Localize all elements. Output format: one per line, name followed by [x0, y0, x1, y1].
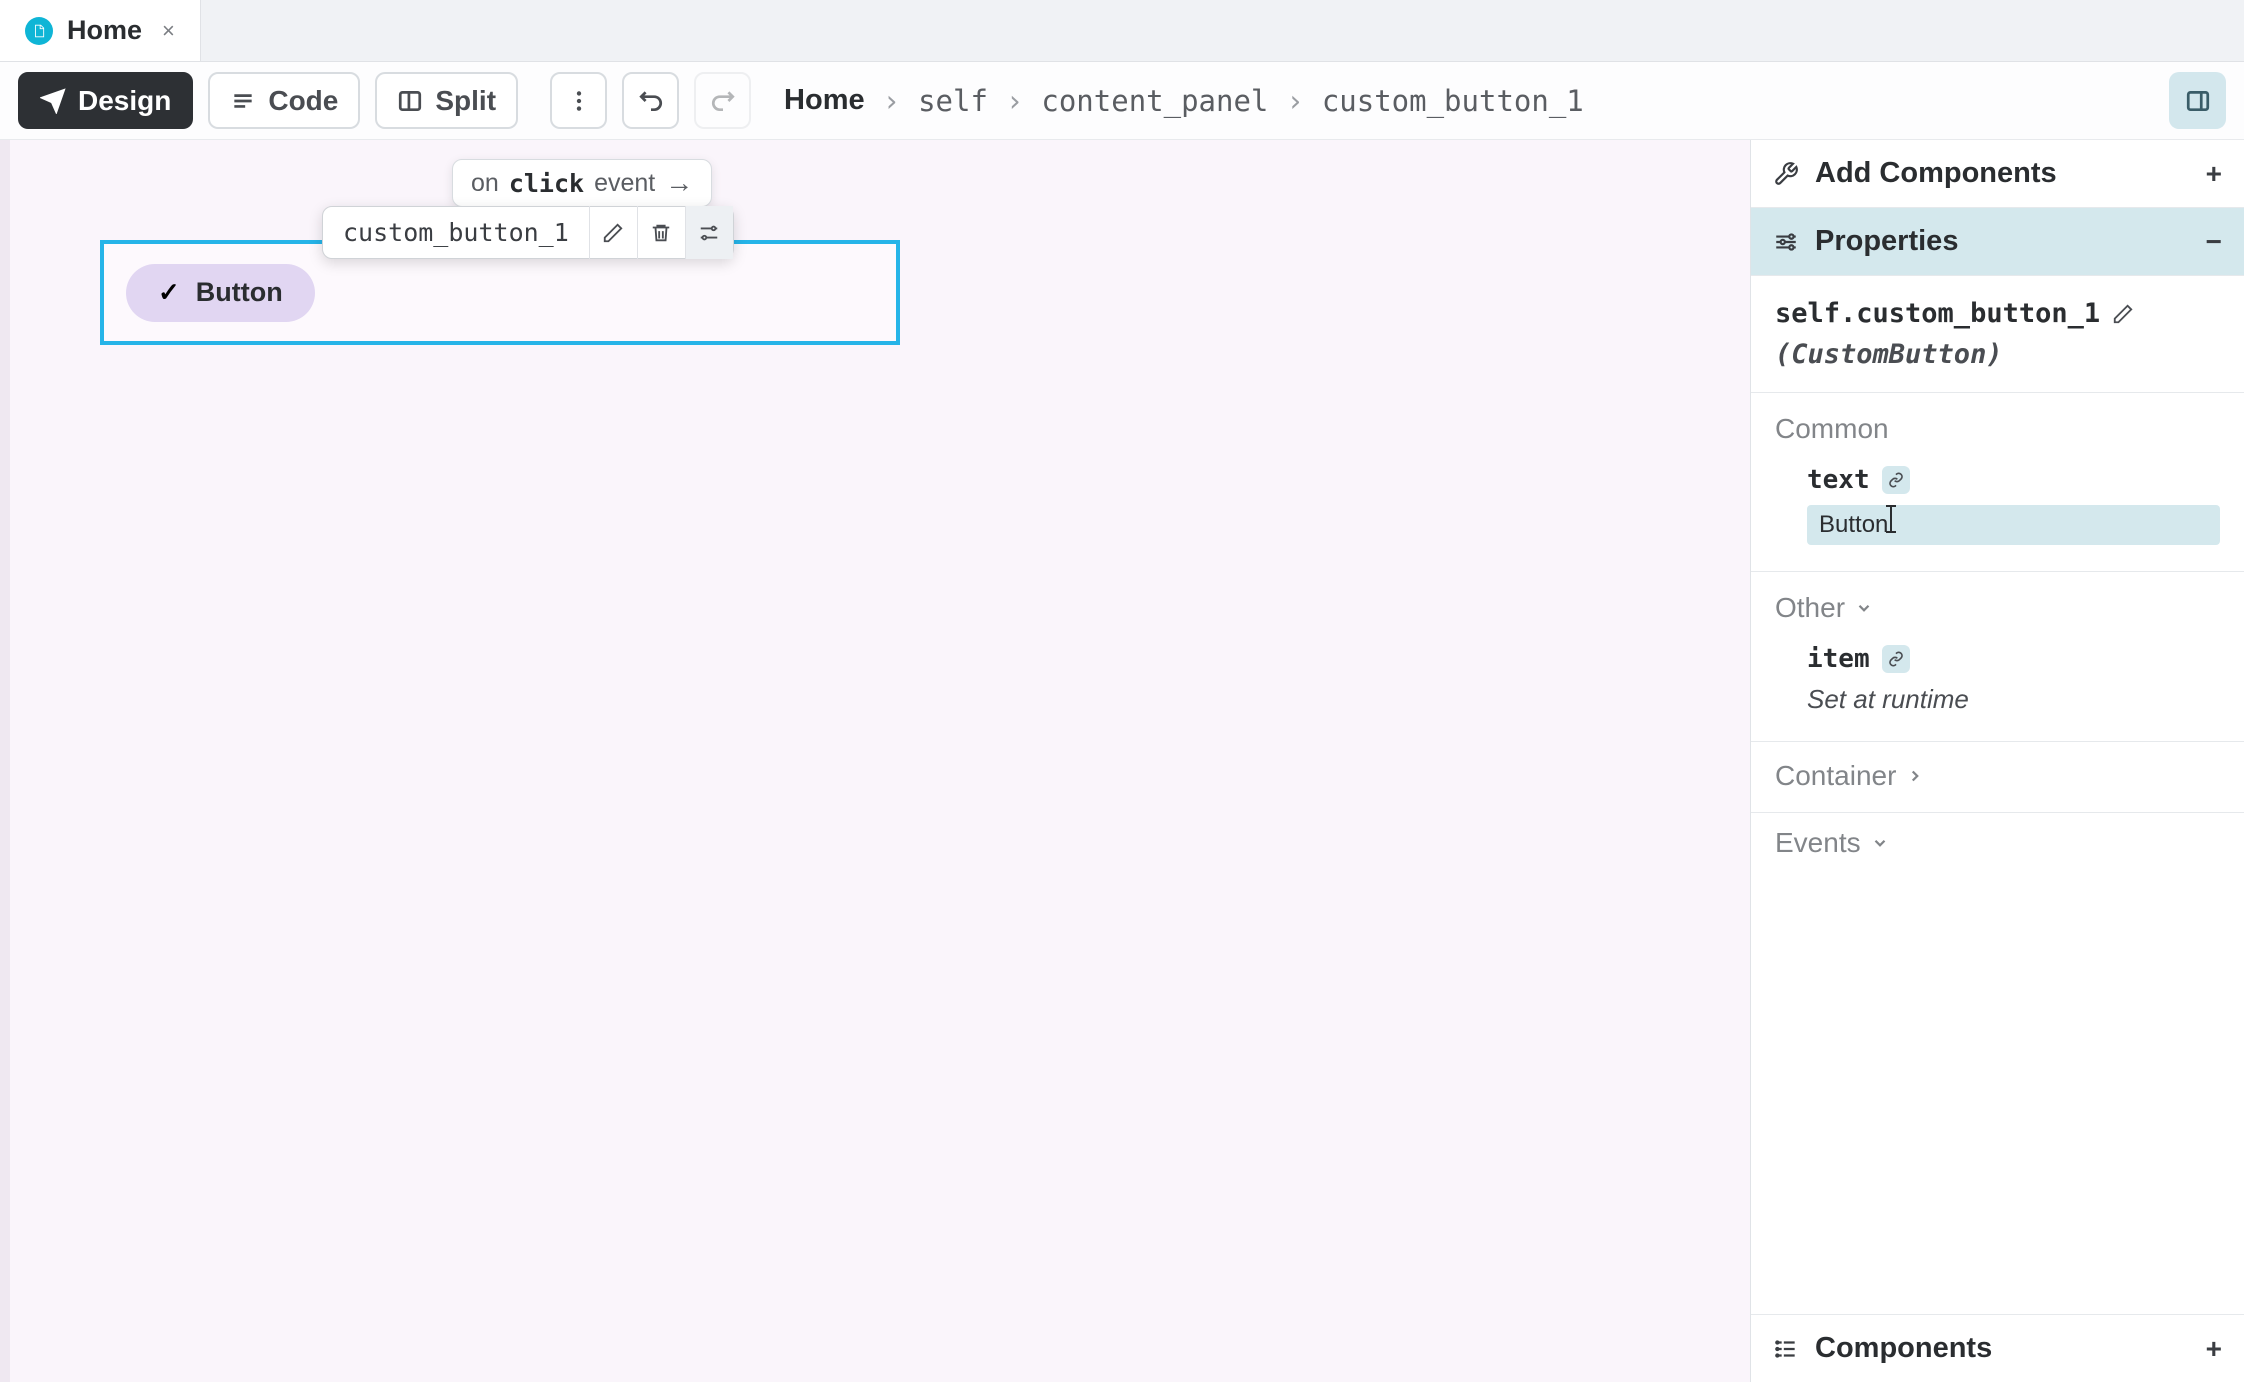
- add-components-header[interactable]: Add Components +: [1751, 140, 2244, 208]
- design-button[interactable]: Design: [18, 72, 193, 129]
- minus-icon[interactable]: −: [2206, 226, 2222, 258]
- text-cursor-icon: [1890, 505, 1892, 533]
- button-label: Button: [196, 277, 283, 308]
- prop-group-other: Other item Set at runtime: [1751, 572, 2244, 742]
- chevron-right-icon: ›: [883, 84, 900, 118]
- group-title-common[interactable]: Common: [1775, 413, 2220, 445]
- split-button[interactable]: Split: [375, 72, 518, 129]
- prop-group-events[interactable]: Events: [1751, 813, 2244, 867]
- plus-icon[interactable]: +: [2206, 1333, 2222, 1365]
- canvas-area[interactable]: on click event → custom_button_1 ✓ Butto…: [0, 140, 1750, 1382]
- components-header[interactable]: Components +: [1751, 1314, 2244, 1382]
- chevron-down-icon: [1871, 834, 1889, 852]
- left-gutter: [0, 140, 10, 1382]
- chevron-down-icon: [1855, 599, 1873, 617]
- breadcrumb-item[interactable]: custom_button_1: [1322, 84, 1584, 118]
- edit-button[interactable]: [589, 206, 637, 259]
- delete-button[interactable]: [637, 206, 685, 259]
- properties-identity: self.custom_button_1 (CustomButton): [1751, 276, 2244, 393]
- more-button[interactable]: [550, 72, 607, 129]
- chevron-right-icon: [1906, 767, 1924, 785]
- component-type: (CustomButton): [1775, 339, 2220, 370]
- redo-button[interactable]: [694, 72, 751, 129]
- code-button[interactable]: Code: [208, 72, 360, 129]
- prop-group-container[interactable]: Container: [1751, 742, 2244, 813]
- check-icon: ✓: [158, 277, 180, 308]
- toolbar: Design Code Split Home › self › content_…: [0, 62, 2244, 140]
- prop-row-item: item Set at runtime: [1775, 644, 2220, 715]
- properties-header[interactable]: Properties −: [1751, 208, 2244, 276]
- event-hint-popover[interactable]: on click event →: [452, 159, 712, 207]
- chevron-right-icon: ›: [1006, 84, 1023, 118]
- component-id: self.custom_button_1: [1775, 298, 2220, 329]
- right-panel: Add Components + Properties − self.custo…: [1750, 140, 2244, 1382]
- selected-component-name: custom_button_1: [323, 218, 589, 247]
- prop-group-common: Common text: [1751, 393, 2244, 572]
- tab-home[interactable]: Home ×: [0, 0, 201, 61]
- close-icon[interactable]: ×: [162, 18, 175, 44]
- undo-button[interactable]: [622, 72, 679, 129]
- runtime-text: Set at runtime: [1807, 684, 2220, 715]
- edit-icon[interactable]: [2112, 303, 2134, 325]
- prop-row-text: text: [1775, 465, 2220, 545]
- link-icon[interactable]: [1882, 466, 1910, 494]
- breadcrumb-item[interactable]: content_panel: [1041, 84, 1268, 118]
- link-icon[interactable]: [1882, 645, 1910, 673]
- group-title-other[interactable]: Other: [1775, 592, 2220, 624]
- text-input[interactable]: [1807, 505, 2220, 545]
- arrow-right-icon: →: [665, 167, 693, 199]
- main-layout: on click event → custom_button_1 ✓ Butto…: [0, 140, 2244, 1382]
- plus-icon[interactable]: +: [2206, 158, 2222, 190]
- tab-title: Home: [67, 15, 142, 46]
- settings-button[interactable]: [685, 206, 733, 259]
- tab-bar: Home ×: [0, 0, 2244, 62]
- panel-toggle-button[interactable]: [2169, 72, 2226, 129]
- floating-toolbar: custom_button_1: [322, 206, 734, 259]
- custom-button[interactable]: ✓ Button: [126, 264, 315, 322]
- breadcrumb-item[interactable]: self: [918, 84, 988, 118]
- breadcrumb: Home › self › content_panel › custom_but…: [784, 84, 1584, 118]
- file-icon: [25, 17, 53, 45]
- breadcrumb-home[interactable]: Home: [784, 84, 865, 117]
- chevron-right-icon: ›: [1286, 84, 1303, 118]
